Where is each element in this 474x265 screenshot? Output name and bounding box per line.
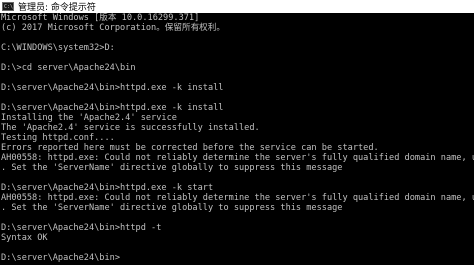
console-line: Installing the 'Apache2.4' service — [1, 113, 177, 123]
console-line: D:\server\Apache24\bin>httpd.exe -k star… — [1, 183, 214, 193]
console-line: C:\WINDOWS\system32>D: — [1, 43, 115, 53]
console-line: D:\server\Apache24\bin>httpd -t — [1, 223, 162, 233]
console-line: Testing httpd.conf.... — [1, 133, 115, 143]
console-icon: C:\ — [2, 2, 14, 11]
console-line: Syntax OK — [1, 233, 48, 243]
console-output[interactable]: Microsoft Windows [版本 10.0.16299.371] (c)… — [1, 13, 474, 265]
window-title: 管理员: 命令提示符 — [18, 3, 96, 13]
console-line: (c) 2017 Microsoft Corporation。保留所有权利。 — [1, 23, 225, 33]
console-line: D:\server\Apache24\bin>httpd.exe -k inst… — [1, 83, 224, 93]
console-line: Microsoft Windows [版本 10.0.16299.371] — [1, 13, 200, 23]
console-line: AH00558: httpd.exe: Could not reliably d… — [1, 153, 474, 163]
command-prompt-window: C:\ 管理员: 命令提示符 Microsoft Windows [版本 10.… — [0, 0, 474, 265]
console-line: D:\>cd server\Apache24\bin — [1, 63, 136, 73]
console-line: . Set the 'ServerName' directive globall… — [1, 203, 343, 213]
console-line: AH00558: httpd.exe: Could not reliably d… — [1, 193, 474, 203]
console-line: D:\server\Apache24\bin> — [1, 253, 120, 263]
console-line: Errors reported here must be corrected b… — [1, 143, 379, 153]
console-line: . Set the 'ServerName' directive globall… — [1, 163, 343, 173]
console-line: The 'Apache2.4' service is successfully … — [1, 123, 260, 133]
title-bar[interactable]: C:\ 管理员: 命令提示符 — [0, 0, 474, 13]
console-line: D:\server\Apache24\bin>httpd.exe -k inst… — [1, 103, 224, 113]
